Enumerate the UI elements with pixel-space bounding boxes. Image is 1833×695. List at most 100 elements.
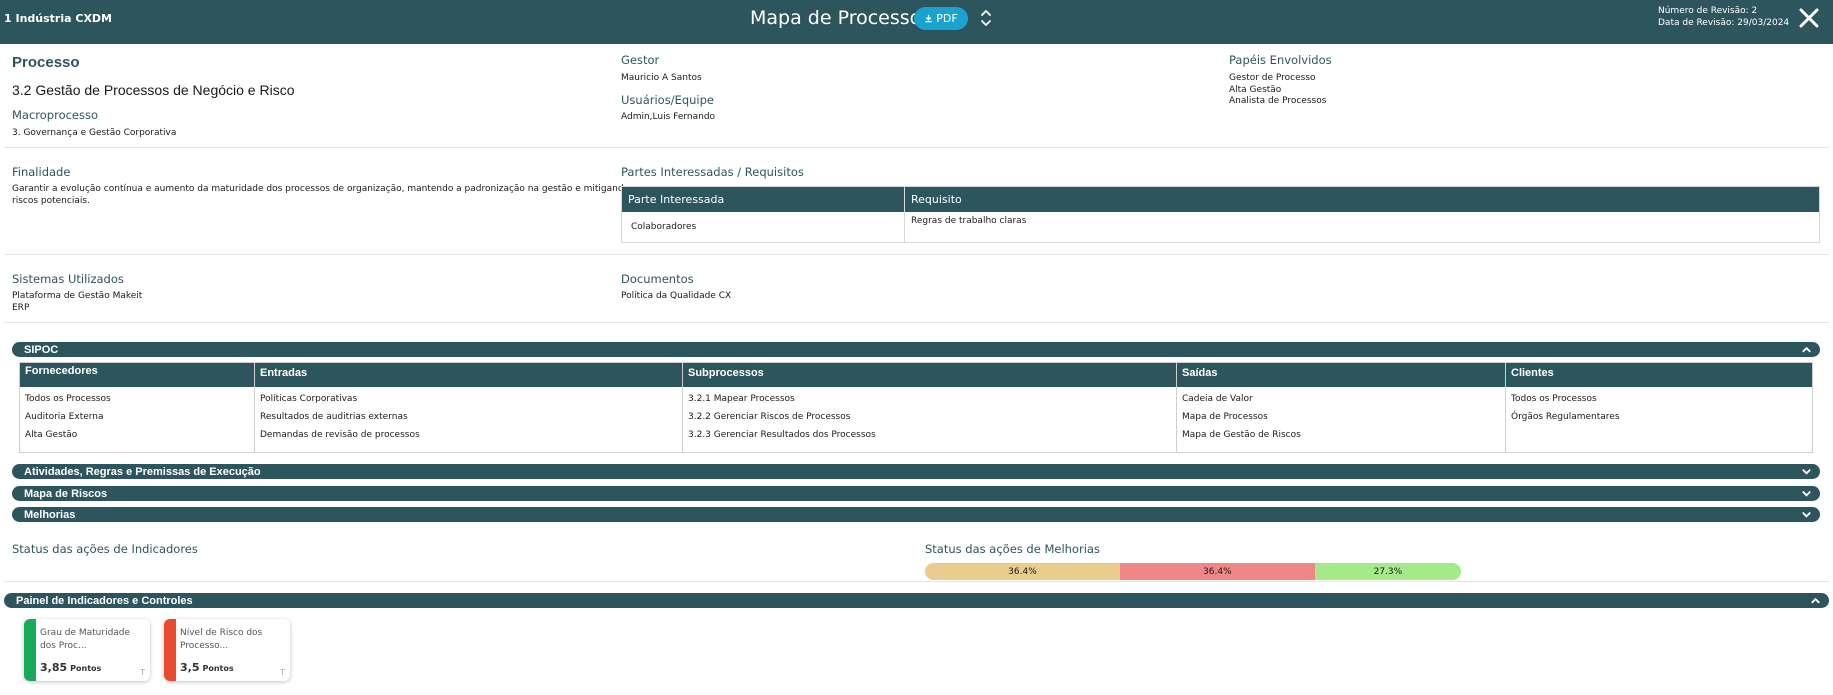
list-item: Mapa de Processos: [1182, 412, 1268, 422]
stakeholders-label: Partes Interessadas / Requisitos: [621, 165, 804, 179]
macroprocess-label: Macroprocesso: [12, 108, 99, 122]
activities-title: Atividades, Regras e Premissas de Execuç…: [24, 465, 261, 478]
sipoc-column-header: Subprocessos: [683, 363, 1176, 387]
list-item: Todos os Processos: [25, 394, 111, 404]
indicator-color-strip: [164, 619, 176, 681]
table-header: Parte Interessada Requisito: [622, 187, 1819, 212]
sipoc-column-subprocesses: Subprocessos 3.2.1 Mapear Processos 3.2.…: [683, 363, 1177, 452]
sipoc-title: SIPOC: [24, 343, 59, 356]
roles-list: Gestor de Processo Alta Gestão Analista …: [1229, 73, 1326, 108]
indicator-value: 3,5: [180, 661, 200, 674]
risk-map-title: Mapa de Riscos: [24, 487, 108, 500]
improvements-section-header[interactable]: Melhorias: [12, 507, 1820, 522]
indicator-name-line: Grau de Maturidade: [40, 628, 131, 638]
purpose-text: Garantir a evolução contínua e aumento d…: [12, 184, 643, 207]
sipoc-column-inputs: Entradas Políticas Corporativas Resultad…: [255, 363, 683, 452]
indicator-card-risk-level[interactable]: Nível de Risco dos Processo... 3,5 Pontos…: [164, 619, 290, 681]
sipoc-table: Fornecedores Todos os Processos Auditori…: [19, 362, 1813, 453]
system-item: ERP: [12, 302, 30, 313]
roles-label: Papéis Envolvidos: [1229, 53, 1332, 67]
indicator-unit: Pontos: [70, 664, 102, 673]
sipoc-column-header: Entradas: [255, 363, 682, 387]
indicator-unit: Pontos: [202, 664, 234, 673]
list-item: 3.2.2 Gerenciar Riscos de Processos: [688, 412, 851, 422]
indicator-type-mark: T: [280, 668, 285, 677]
indicator-value: 3,85: [40, 661, 68, 674]
chevron-down-icon[interactable]: [1801, 509, 1812, 520]
expand-collapse-icon[interactable]: [979, 9, 993, 27]
manager-value: Mauricio A Santos: [621, 73, 702, 83]
manager-label: Gestor: [621, 53, 660, 67]
sipoc-column-header: Clientes: [1506, 363, 1812, 387]
sipoc-column-header: Saídas: [1177, 363, 1505, 387]
purpose-line: Garantir a evolução contínua e aumento d…: [12, 184, 643, 194]
status-segment: 27.3%: [1314, 563, 1461, 580]
list-item: 3.2.1 Mapear Processos: [688, 394, 795, 404]
revision-date: Data de Revisão: 29/03/2024: [1658, 18, 1790, 28]
revision-number: Número de Revisão: 2: [1658, 6, 1758, 16]
divider: [4, 254, 1829, 255]
pdf-export-button[interactable]: PDF: [914, 7, 968, 30]
status-segment: 36.4%: [925, 563, 1120, 580]
users-value: Admin,Luis Fernando: [621, 112, 716, 122]
role-item: Alta Gestão: [1229, 84, 1282, 95]
system-item: Plataforma de Gestão Makeit: [12, 291, 143, 301]
activities-section-header[interactable]: Atividades, Regras e Premissas de Execuç…: [12, 464, 1820, 479]
systems-list: Plataforma de Gestão Makeit ERP: [12, 291, 142, 314]
top-bar: 1 Indústria CXDM Mapa de Processo PDF Nú…: [0, 0, 1833, 44]
panel-section-header[interactable]: Painel de Indicadores e Controles: [4, 593, 1829, 608]
list-item: Auditoria Externa: [25, 412, 104, 422]
divider: [4, 322, 1829, 323]
indicator-type-mark: T: [140, 668, 145, 677]
chevron-up-icon[interactable]: [1810, 595, 1821, 606]
indicator-value-wrap: 3,85 Pontos: [40, 661, 101, 674]
list-item: Políticas Corporativas: [260, 394, 358, 404]
pdf-label: PDF: [936, 12, 958, 25]
status-segment: 36.4%: [1119, 563, 1315, 580]
stakeholders-table: Parte Interessada Requisito Colaboradore…: [621, 186, 1820, 243]
list-item: Órgãos Regulamentares: [1511, 412, 1620, 422]
users-label: Usuários/Equipe: [621, 93, 714, 107]
purpose-line: riscos potenciais.: [12, 195, 90, 206]
close-icon[interactable]: [1799, 8, 1819, 28]
indicator-value-wrap: 3,5 Pontos: [180, 661, 234, 674]
purpose-label: Finalidade: [12, 165, 71, 179]
role-item: Analista de Processos: [1229, 96, 1327, 106]
panel-title: Painel de Indicadores e Controles: [16, 594, 193, 607]
list-item: Todos os Processos: [1511, 394, 1597, 404]
list-item: Mapa de Gestão de Riscos: [1182, 430, 1301, 440]
indicator-color-strip: [24, 619, 36, 681]
requirement-cell: Regras de trabalho claras: [911, 216, 1027, 226]
list-item: Alta Gestão: [25, 430, 78, 440]
risk-map-section-header[interactable]: Mapa de Riscos: [12, 486, 1820, 501]
sipoc-column-customers: Clientes Todos os Processos Órgãos Regul…: [1506, 363, 1812, 452]
document-item: Política da Qualidade CX: [621, 291, 732, 301]
improvements-title: Melhorias: [24, 508, 76, 521]
systems-label: Sistemas Utilizados: [12, 272, 124, 286]
table-row: Colaboradores Regras de trabalho claras: [622, 212, 1819, 242]
process-name: 3.2 Gestão de Processos de Negócio e Ris…: [12, 82, 295, 98]
macroprocess-value: 3. Governança e Gestão Corporativa: [12, 128, 177, 138]
documents-list: Política da Qualidade CX: [621, 291, 731, 303]
sipoc-section-header[interactable]: SIPOC: [12, 342, 1820, 357]
indicator-name-line: Nível de Risco dos: [180, 628, 263, 638]
chevron-up-icon[interactable]: [1801, 344, 1812, 355]
indicator-name: Grau de Maturidade dos Proc...: [40, 627, 140, 653]
column-header-party: Parte Interessada: [622, 187, 905, 212]
chevron-down-icon[interactable]: [1801, 466, 1812, 477]
sipoc-column-header: Fornecedores: [20, 363, 254, 387]
list-item: 3.2.3 Gerenciar Resultados dos Processos: [688, 430, 876, 440]
chevron-down-icon[interactable]: [1801, 488, 1812, 499]
process-section-label: Processo: [12, 54, 80, 71]
indicator-name: Nível de Risco dos Processo...: [180, 627, 280, 653]
column-header-requirement: Requisito: [911, 193, 962, 206]
improvements-status-label: Status das ações de Melhorias: [925, 542, 1100, 556]
indicator-name-line: dos Proc...: [40, 641, 87, 651]
indicator-name-line: Processo...: [180, 641, 229, 651]
list-item: Demandas de revisão de processos: [260, 430, 420, 440]
download-icon: [925, 14, 932, 23]
revision-info: Número de Revisão: 2 Data de Revisão: 29…: [1658, 5, 1789, 29]
indicator-card-maturity[interactable]: Grau de Maturidade dos Proc... 3,85 Ponto…: [24, 619, 150, 681]
page-title: Mapa de Processo: [750, 7, 922, 29]
indicators-status-label: Status das ações de Indicadores: [12, 542, 198, 556]
